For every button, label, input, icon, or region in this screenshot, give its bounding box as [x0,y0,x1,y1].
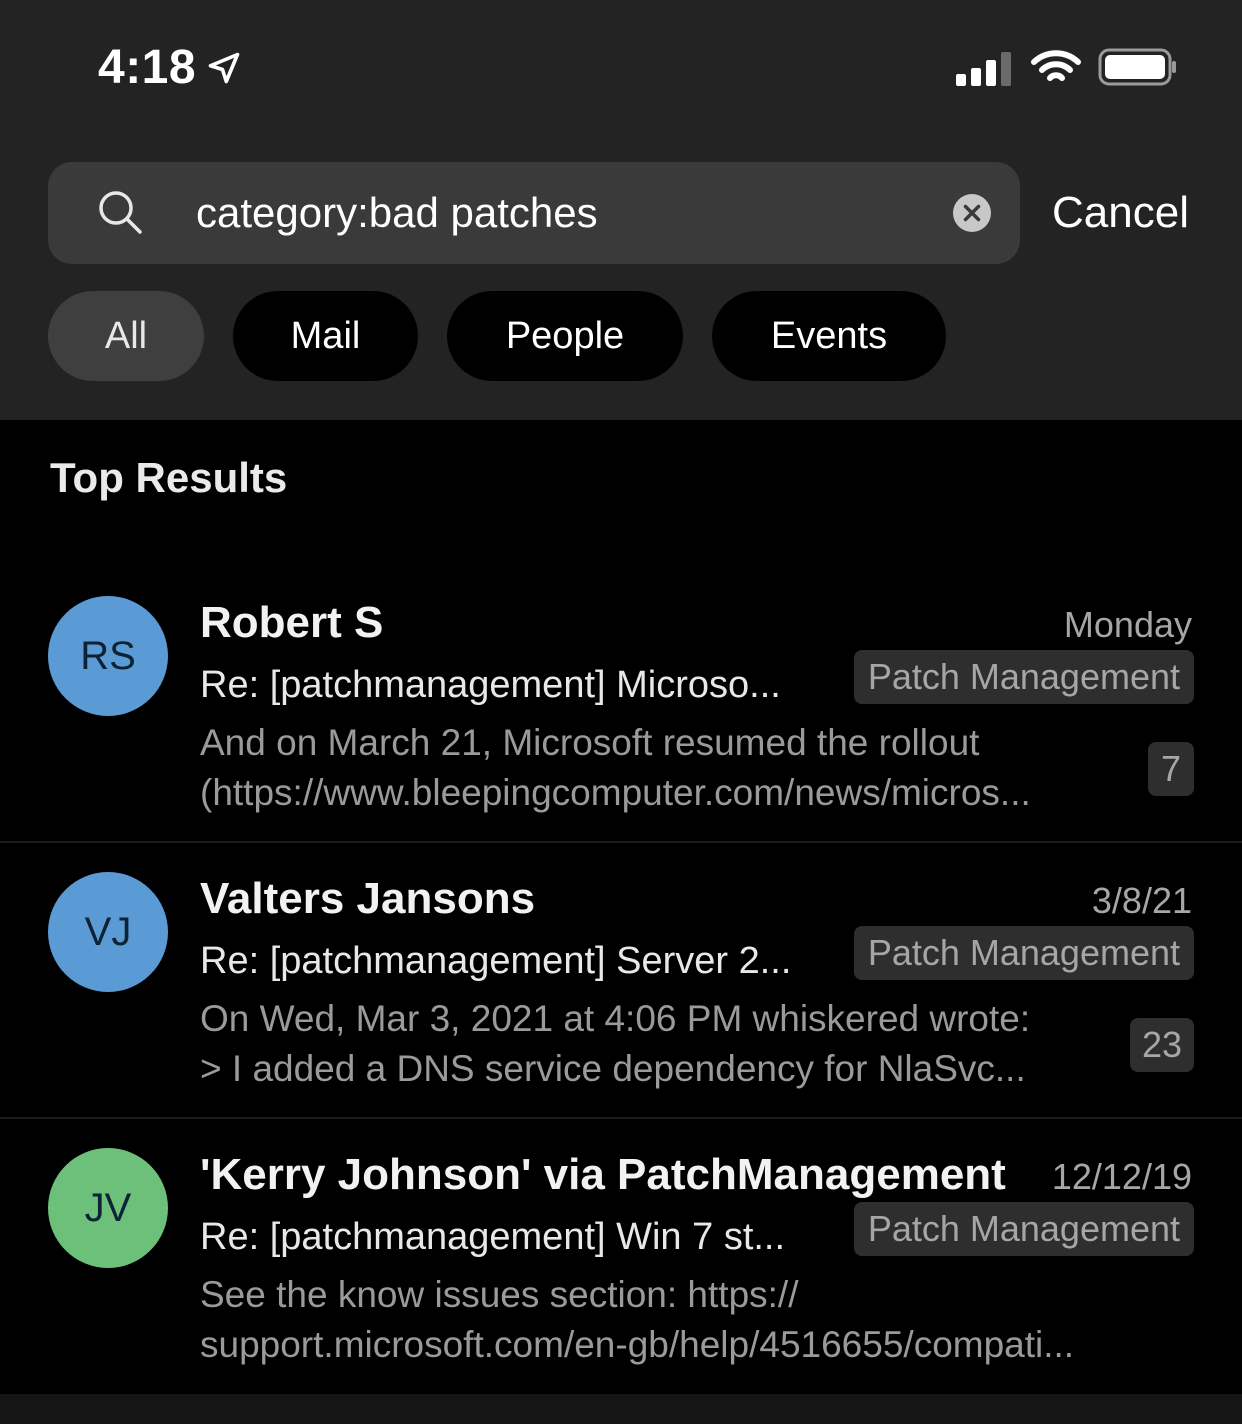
bottom-bar [0,1394,1242,1424]
filter-mail[interactable]: Mail [233,291,418,381]
sender-name: 'Kerry Johnson' via PatchManagement [200,1150,1006,1199]
category-tag: Patch Management [853,926,1194,980]
section-title: Top Results [50,454,288,501]
category-tag: Patch Management [853,650,1194,704]
avatar: RS [48,596,168,716]
preview-line: > I added a DNS service dependency for N… [200,1048,1026,1089]
result-subject: Re: [patchmanagement] Microso... [200,664,781,706]
thread-count-badge: 23 [1129,1018,1194,1072]
result-row[interactable]: VJ Valters Jansons 3/8/21 Re: [patchmana… [0,856,1242,1118]
search-field[interactable]: category:bad patches [48,162,1020,264]
divider [0,1117,1242,1119]
avatar: VJ [48,872,168,992]
preview-line: And on March 21, Microsoft resumed the r… [200,722,980,763]
result-subject: Re: [patchmanagement] Win 7 st... [200,1216,786,1258]
cellular-signal-icon [956,50,1011,86]
result-row[interactable]: JV 'Kerry Johnson' via PatchManagement 1… [0,1132,1242,1394]
result-subject: Re: [patchmanagement] Server 2... [200,940,792,982]
result-row[interactable]: RS Robert S Monday Re: [patchmanagement]… [0,580,1242,842]
filter-events[interactable]: Events [712,291,946,381]
preview-line: See the know issues section: https:// [200,1274,799,1315]
preview-line: (https://www.bleepingcomputer.com/news/m… [200,772,1031,813]
wifi-icon [1031,50,1081,81]
search-input[interactable]: category:bad patches [196,186,598,240]
search-icon [99,191,142,234]
clear-search-icon[interactable] [952,193,992,233]
battery-icon [1098,48,1176,86]
avatar: JV [48,1148,168,1268]
cancel-button[interactable]: Cancel [1052,184,1189,242]
filter-people[interactable]: People [447,291,683,381]
status-time-text: 4:18 [98,41,197,94]
sender-name: Robert S [200,598,384,647]
location-arrow-icon [208,52,240,83]
status-time: 4:18 [98,40,242,95]
preview-line: On Wed, Mar 3, 2021 at 4:06 PM whiskered… [200,998,1031,1039]
preview-line: support.microsoft.com/en-gb/help/4516655… [200,1324,1075,1365]
result-date: 3/8/21 [1091,880,1192,921]
thread-count-badge: 7 [1148,742,1194,796]
result-date: Monday [1063,604,1192,645]
category-tag: Patch Management [853,1202,1194,1256]
sender-name: Valters Jansons [200,874,536,923]
filter-all[interactable]: All [48,291,204,381]
result-date: 12/12/19 [1051,1156,1192,1197]
divider [0,841,1242,843]
